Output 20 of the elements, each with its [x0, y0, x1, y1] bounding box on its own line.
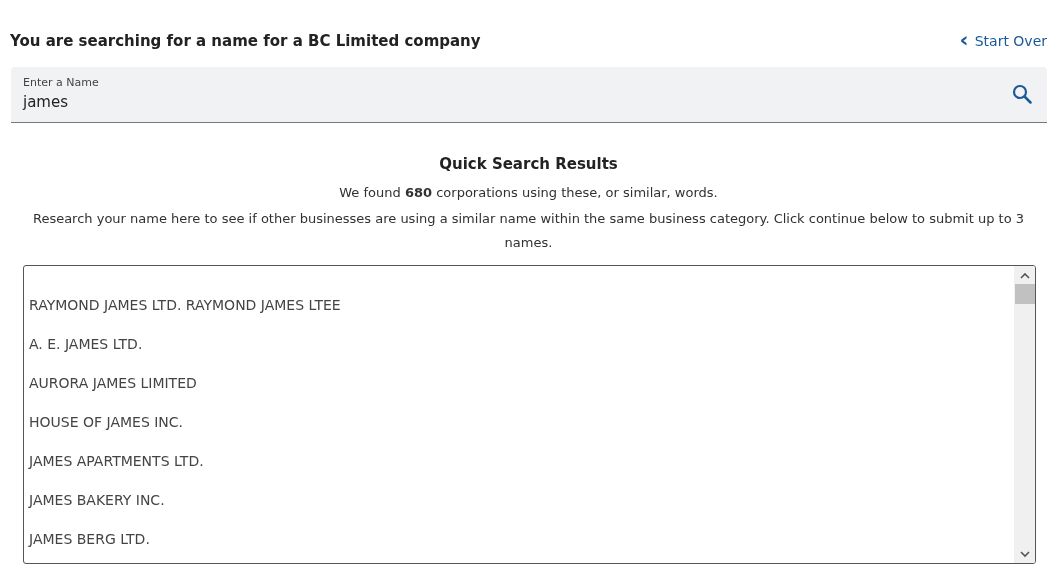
field-label: Enter a Name: [23, 74, 99, 91]
scrollbar[interactable]: [1014, 265, 1035, 563]
company-name: JAMES BERG LTD.: [29, 529, 151, 549]
scroll-down-icon[interactable]: [1019, 549, 1030, 558]
company-name: JAMES APARTMENTS LTD.: [29, 451, 205, 471]
company-name: JAMES BAKERY INC.: [29, 490, 166, 510]
page-title: You are searching for a name for a BC Limited company: [10, 31, 481, 52]
start-over-link[interactable]: ‹ Start Over: [959, 30, 1047, 52]
search-field[interactable]: Enter a Name james: [11, 66, 1047, 123]
company-name: RAYMOND JAMES LTD. RAYMOND JAMES LTEE: [29, 295, 342, 315]
search-icon[interactable]: [1012, 84, 1032, 104]
results-title: Quick Search Results: [439, 153, 618, 175]
results-note: Research your name here to see if other businesses are using a similar name within the same business category. Click continue below to submit up to 3 names.: [31, 209, 1026, 252]
scroll-up-icon[interactable]: [1019, 271, 1030, 280]
company-name: HOUSE OF JAMES INC.: [29, 412, 185, 432]
company-name: AURORA JAMES LIMITED: [29, 373, 198, 393]
field-value: james: [23, 92, 69, 113]
scrollbar-thumb[interactable]: [1014, 283, 1035, 304]
results-summary: We found 680 corporations using these, or similar, words.: [339, 184, 718, 202]
company-name: A. E. JAMES LTD.: [29, 334, 144, 354]
